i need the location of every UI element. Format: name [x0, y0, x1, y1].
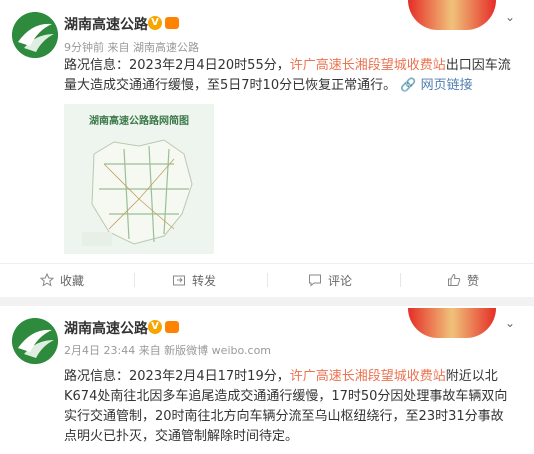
repost-icon [172, 273, 186, 287]
thumbs-up-icon [447, 273, 461, 287]
chevron-down-icon[interactable]: ⌄ [505, 10, 515, 24]
post-text-prefix: 路况信息：2023年2月4日17时19分， [64, 369, 290, 384]
post-text: 路况信息：2023年2月4日20时55分，许广高速长湘段望城收费站出口因车流量大… [64, 56, 516, 96]
decoration-banner [408, 308, 496, 338]
chevron-down-icon[interactable]: ⌄ [505, 316, 515, 330]
author-name[interactable]: 湖南高速公路 [64, 318, 148, 338]
weibo-post: 湖南高速公路 V ⌄ 2月4日 23:44 来自 新版微博 weibo.com … [0, 306, 534, 454]
favorite-button[interactable]: 收藏 [39, 271, 85, 289]
weibo-post: 湖南高速公路 V ⌄ 9分钟前 来自 湖南高速公路 路况信息：2023年2月4日… [0, 0, 534, 297]
link-icon: 🔗 [400, 78, 417, 93]
divider [134, 273, 135, 287]
post-meta: 2月4日 23:44 来自 新版微博 weibo.com [64, 344, 272, 357]
favorite-label: 收藏 [60, 273, 85, 288]
star-icon [39, 272, 55, 287]
like-label: 赞 [467, 273, 480, 288]
post-meta: 9分钟前 来自 湖南高速公路 [64, 41, 199, 54]
comment-label: 评论 [328, 273, 353, 288]
like-button[interactable]: 赞 [447, 271, 479, 289]
post-image-map[interactable]: 湖南高速公路路网简图 [64, 104, 214, 254]
comment-icon [308, 273, 322, 287]
web-link-label: 网页链接 [420, 78, 473, 93]
verified-icon: V [148, 16, 162, 30]
divider [400, 273, 401, 287]
level-icon [165, 17, 179, 29]
repost-label: 转发 [192, 273, 217, 288]
author-name[interactable]: 湖南高速公路 [64, 14, 148, 34]
topic-link[interactable]: 许广高速长湘段望城收费站 [290, 58, 446, 73]
comment-button[interactable]: 评论 [308, 271, 352, 289]
map-title: 湖南高速公路路网简图 [89, 116, 189, 127]
verified-icon: V [148, 320, 162, 334]
action-bar: 收藏 转发 评论 赞 [0, 263, 534, 295]
avatar[interactable] [12, 12, 58, 58]
level-icon [165, 321, 179, 333]
web-link[interactable]: 🔗 网页链接 [400, 78, 472, 93]
repost-button[interactable]: 转发 [172, 271, 216, 289]
post-text-prefix: 路况信息：2023年2月4日20时55分， [64, 58, 290, 73]
avatar[interactable] [12, 318, 58, 364]
divider [267, 273, 268, 287]
topic-link[interactable]: 许广高速长湘段望城收费站 [290, 369, 446, 384]
post-text: 路况信息：2023年2月4日17时19分，许广高速长湘段望城收费站附近以北K67… [64, 367, 516, 447]
decoration-banner [408, 0, 496, 30]
